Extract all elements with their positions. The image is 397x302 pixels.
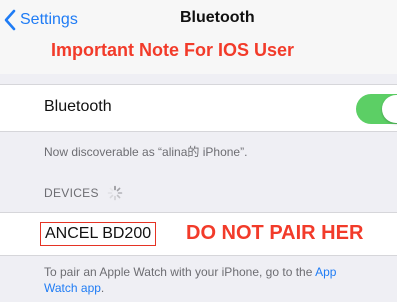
- toggle-knob: [382, 95, 397, 123]
- device-item[interactable]: ANCEL BD200: [40, 222, 157, 246]
- bluetooth-label: Bluetooth: [44, 98, 112, 115]
- apple-watch-app-link[interactable]: App: [315, 265, 336, 279]
- device-row: ANCEL BD200 DO NOT PAIR HER: [0, 212, 397, 256]
- apple-watch-hint: To pair an Apple Watch with your iPhone,…: [44, 264, 397, 296]
- devices-section-header: DEVICES: [44, 185, 123, 201]
- pair-hint-end: .: [100, 281, 105, 295]
- discoverable-status: Now discoverable as “alina的 iPhone”.: [44, 145, 248, 159]
- bluetooth-toggle[interactable]: [356, 94, 397, 124]
- chevron-left-icon: [4, 9, 16, 31]
- apple-watch-app-link-continued[interactable]: Watch app: [44, 281, 101, 295]
- navigation-bar: Settings Bluetooth Important Note For IO…: [0, 0, 397, 74]
- devices-header-label: DEVICES: [44, 186, 99, 200]
- back-button-label: Settings: [20, 11, 78, 28]
- bluetooth-settings-screen: Settings Bluetooth Important Note For IO…: [0, 0, 397, 302]
- pair-hint-text: To pair an Apple Watch with your iPhone,…: [44, 265, 316, 279]
- back-button[interactable]: Settings: [4, 9, 78, 31]
- page-title: Bluetooth: [180, 9, 255, 26]
- bluetooth-row: Bluetooth: [0, 84, 397, 132]
- annotation-note: Important Note For IOS User: [51, 40, 295, 60]
- warning-label: DO NOT PAIR HER: [186, 222, 364, 244]
- device-name: ANCEL BD200: [45, 225, 152, 242]
- spinner-icon: [107, 185, 123, 201]
